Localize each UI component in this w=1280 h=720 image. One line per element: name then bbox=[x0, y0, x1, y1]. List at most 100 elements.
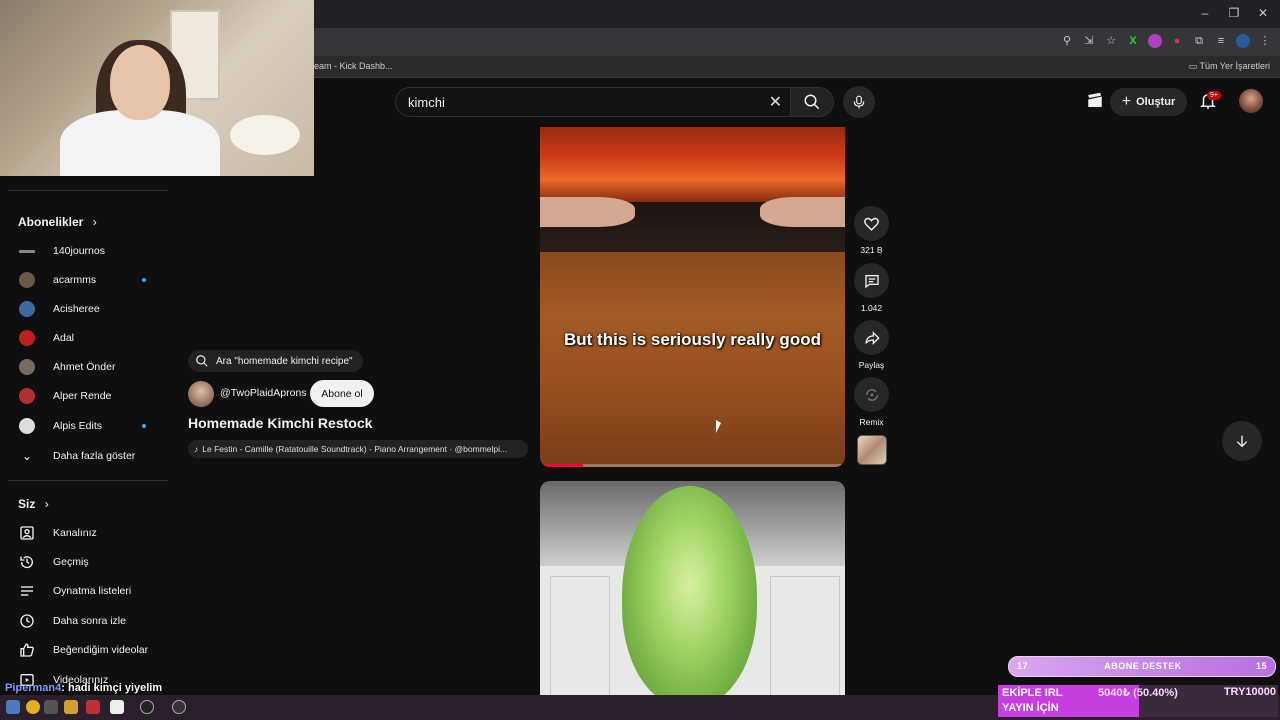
arrow-down-icon bbox=[1236, 435, 1248, 448]
sidebar-sub-acarmms[interactable]: acarmms bbox=[0, 267, 170, 293]
channel-avatar-icon bbox=[18, 271, 36, 289]
profile-icon[interactable] bbox=[1236, 34, 1250, 48]
video-progress-fill bbox=[540, 464, 583, 467]
sidebar-label: Beğendiğim videolar bbox=[53, 644, 149, 656]
app-taskbar-icon[interactable] bbox=[110, 700, 124, 714]
music-link[interactable]: ♪ Le Festin - Camille (Ratatouille Sound… bbox=[188, 440, 528, 458]
sidebar-sub-alpis-edits[interactable]: Alpis Edits bbox=[0, 413, 170, 439]
subscribe-button[interactable]: Abone ol bbox=[310, 380, 374, 407]
sidebar-item-your-channel[interactable]: Kanalınız bbox=[0, 520, 170, 546]
new-content-dot bbox=[142, 424, 146, 428]
donation-goal-label: EKİPLE IRL YAYIN İÇİN bbox=[1002, 686, 1063, 716]
app-taskbar-icon[interactable] bbox=[172, 700, 186, 714]
folder-icon: ▭ bbox=[1188, 61, 1200, 71]
account-avatar[interactable] bbox=[1239, 89, 1263, 113]
clapper-sparkle-icon bbox=[1088, 92, 1102, 107]
all-bookmarks[interactable]: ▭ Tüm Yer İşaretleri bbox=[1189, 61, 1270, 72]
sidebar-item-watch-later[interactable]: Daha sonra izle bbox=[0, 608, 170, 634]
show-more-label: Daha fazla göster bbox=[53, 450, 136, 462]
extension-red-icon[interactable]: ● bbox=[1170, 34, 1184, 48]
browser-menu-icon[interactable]: ⋮ bbox=[1258, 34, 1272, 48]
donation-target: TRY10000 bbox=[1223, 686, 1276, 698]
music-label: Le Festin - Camille (Ratatouille Soundtr… bbox=[202, 444, 508, 454]
restore-icon[interactable]: ❐ bbox=[1219, 6, 1249, 20]
sub-name: 140journos bbox=[53, 245, 105, 257]
video-frame-cutting-board bbox=[540, 252, 845, 467]
like-button[interactable] bbox=[854, 206, 889, 241]
donation-goal-bar: EKİPLE IRL YAYIN İÇİN 5040₺ (50.40%) TRY… bbox=[998, 685, 1278, 717]
next-short-video[interactable] bbox=[540, 481, 845, 695]
channel-name[interactable]: @TwoPlaidAprons bbox=[220, 387, 307, 399]
sidebar: Abonelikler › 140journos acarmms Acisher… bbox=[0, 125, 170, 695]
search-query[interactable]: kimchi bbox=[408, 95, 445, 110]
sidebar-sub-140journos[interactable]: 140journos bbox=[0, 238, 170, 264]
search-button[interactable] bbox=[790, 87, 834, 117]
sidebar-sub-ahmet-onder[interactable]: Ahmet Önder bbox=[0, 354, 170, 380]
folder-taskbar-icon[interactable] bbox=[64, 700, 78, 714]
you-title: Siz bbox=[18, 497, 36, 511]
obs-taskbar-icon[interactable] bbox=[140, 700, 154, 714]
start-icon[interactable] bbox=[6, 700, 20, 714]
mouse-cursor bbox=[716, 420, 721, 433]
yt-studio-button[interactable] bbox=[1086, 92, 1104, 115]
webcam-streamer-face bbox=[110, 45, 170, 120]
channel-avatar-icon bbox=[18, 329, 36, 347]
subscriber-goal-banner: 17 ABONE DESTEK 15 bbox=[1008, 656, 1276, 677]
warning-icon[interactable] bbox=[26, 700, 40, 714]
sidebar-item-playlists[interactable]: Oynatma listeleri bbox=[0, 578, 170, 604]
like-count: 321 B bbox=[860, 245, 883, 255]
show-more-button[interactable]: ⌄ Daha fazla göster bbox=[0, 443, 170, 469]
search-input[interactable]: kimchi ✕ bbox=[395, 87, 790, 117]
related-search-chip[interactable]: Ara "homemade kimchi recipe" bbox=[188, 350, 363, 372]
sidebar-item-liked-videos[interactable]: Beğendiğim videolar bbox=[0, 637, 170, 663]
clear-search-icon[interactable]: ✕ bbox=[769, 92, 782, 112]
zoom-icon[interactable]: ⚲ bbox=[1060, 34, 1074, 48]
extension-x-icon[interactable]: X bbox=[1126, 34, 1140, 48]
sidebar-sub-acisheree[interactable]: Acisheree bbox=[0, 296, 170, 322]
video-frame-container bbox=[540, 127, 845, 202]
comments-button[interactable] bbox=[854, 263, 889, 298]
sidebar-divider bbox=[8, 190, 168, 191]
sidebar-sub-alper-rende[interactable]: Alper Rende bbox=[0, 383, 170, 409]
app-taskbar-icon[interactable] bbox=[86, 700, 100, 714]
short-video-player[interactable]: But this is seriously really good bbox=[540, 127, 845, 467]
voice-search-button[interactable] bbox=[843, 86, 875, 118]
new-content-dot bbox=[142, 278, 146, 282]
sound-thumbnail[interactable] bbox=[857, 435, 887, 465]
subscriptions-title: Abonelikler bbox=[18, 215, 84, 229]
search-icon bbox=[196, 355, 208, 367]
bookmark-star-icon[interactable]: ☆ bbox=[1104, 34, 1118, 48]
sub-name: Adal bbox=[53, 332, 75, 344]
share-button[interactable] bbox=[854, 320, 889, 355]
remix-label: Remix bbox=[859, 417, 884, 427]
bookmark-kick-dashboard[interactable]: eam - Kick Dashb... bbox=[314, 61, 393, 71]
sidebar-item-history[interactable]: Geçmiş bbox=[0, 549, 170, 575]
sub-goal-target: 15 bbox=[1255, 661, 1267, 671]
sub-goal-title: ABONE DESTEK bbox=[1104, 661, 1182, 671]
sub-name: acarmms bbox=[53, 274, 97, 286]
video-progress-bar[interactable] bbox=[540, 464, 845, 467]
thumbs-up-icon bbox=[18, 641, 36, 659]
comment-icon bbox=[864, 274, 879, 288]
donation-label-line1: EKİPLE IRL bbox=[1002, 687, 1063, 699]
short-title[interactable]: Homemade Kimchi Restock bbox=[188, 415, 372, 431]
media-controls-icon[interactable]: ≡ bbox=[1214, 34, 1228, 48]
microphone-icon bbox=[853, 95, 865, 109]
install-icon[interactable]: ⇲ bbox=[1082, 34, 1096, 48]
remix-button[interactable] bbox=[854, 377, 889, 412]
video-frame-cabbage bbox=[622, 486, 757, 695]
video-frame-cabinet bbox=[770, 576, 840, 695]
extensions-puzzle-icon[interactable]: ⧉ bbox=[1192, 34, 1206, 48]
sub-name: Alper Rende bbox=[53, 390, 112, 402]
create-button[interactable]: + Oluştur bbox=[1110, 88, 1187, 116]
sidebar-sub-adal[interactable]: Adal bbox=[0, 325, 170, 351]
minimize-icon[interactable]: – bbox=[1190, 6, 1220, 20]
channel-avatar[interactable] bbox=[188, 381, 214, 407]
next-video-button[interactable] bbox=[1222, 421, 1262, 461]
search-taskbar-icon[interactable] bbox=[44, 700, 58, 714]
subscriptions-header[interactable]: Abonelikler › bbox=[18, 215, 97, 229]
you-header[interactable]: Siz › bbox=[18, 497, 49, 511]
extension-purple-icon[interactable] bbox=[1148, 34, 1162, 48]
close-window-icon[interactable]: ✕ bbox=[1248, 6, 1278, 20]
chevron-right-icon: › bbox=[44, 497, 49, 511]
